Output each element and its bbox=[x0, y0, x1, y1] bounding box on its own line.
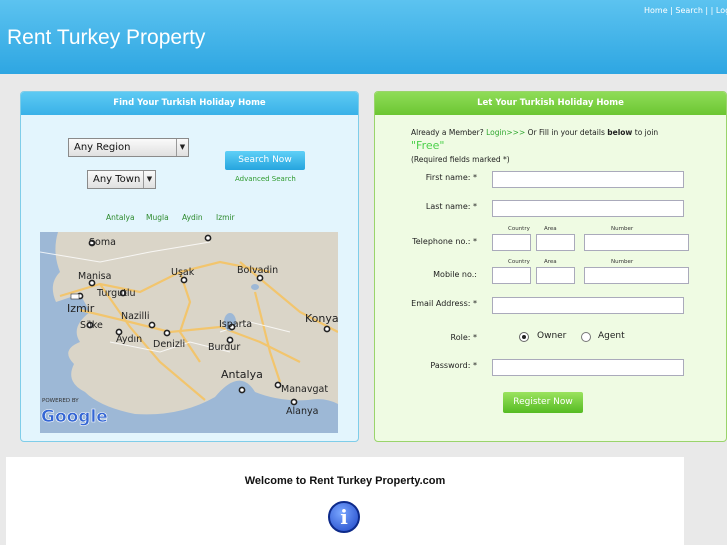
city-link-izmir[interactable]: Izmir bbox=[216, 213, 235, 222]
chevron-down-icon: ▼ bbox=[176, 139, 188, 156]
search-now-button[interactable]: Search Now bbox=[225, 151, 305, 170]
tel-number-field[interactable] bbox=[584, 234, 689, 251]
region-select[interactable]: Any Region ▼ bbox=[68, 138, 189, 157]
owner-radio[interactable] bbox=[519, 332, 529, 342]
map-label-manavgat: Manavgat bbox=[281, 384, 328, 395]
intro-text: Or Fill in your details bbox=[527, 128, 605, 137]
map-label-nazilli: Nazilli bbox=[121, 311, 149, 322]
agent-label: Agent bbox=[598, 331, 625, 341]
first-name-field[interactable] bbox=[492, 171, 684, 188]
info-icon: i bbox=[328, 501, 360, 533]
last-name-label: Last name: * bbox=[425, 202, 477, 211]
advanced-search-link[interactable]: Advanced Search bbox=[235, 175, 296, 183]
login-link[interactable]: Login>>> bbox=[486, 128, 525, 137]
intro-text: to join bbox=[634, 128, 659, 137]
region-map[interactable]: Soma Manisa Turgutlu Uşak Bolvadin Izmir… bbox=[40, 232, 338, 433]
map-label-soke: Söke bbox=[80, 320, 103, 331]
intro-text: Already a Member? bbox=[411, 128, 484, 137]
register-intro: Already a Member? Login>>> Or Fill in yo… bbox=[411, 126, 691, 166]
google-logo: Google bbox=[41, 407, 108, 427]
last-name-field[interactable] bbox=[492, 200, 684, 217]
tel-area-field[interactable] bbox=[536, 234, 575, 251]
town-select[interactable]: Any Town ▼ bbox=[87, 170, 156, 189]
email-field[interactable] bbox=[492, 297, 684, 314]
nav-search-link[interactable]: Search bbox=[675, 6, 702, 15]
map-label-burdur: Burdur bbox=[208, 342, 240, 353]
map-label-denizli: Denizli bbox=[153, 339, 185, 350]
mob-area-field[interactable] bbox=[536, 267, 575, 284]
top-nav: Home | Search | | Login bbox=[644, 6, 727, 15]
powered-by-label: POWERED BY bbox=[42, 398, 79, 404]
email-label: Email Address: * bbox=[411, 299, 477, 308]
nav-separator: | | bbox=[702, 6, 716, 15]
welcome-section: Welcome to Rent Turkey Property.com i bbox=[6, 457, 684, 545]
tel-number-caption: Number bbox=[611, 226, 634, 232]
find-panel-title: Find Your Turkish Holiday Home bbox=[21, 92, 358, 115]
map-label-soma: Soma bbox=[89, 237, 116, 248]
password-field[interactable] bbox=[492, 359, 684, 376]
intro-bold: below bbox=[607, 128, 633, 137]
tel-country-field[interactable] bbox=[492, 234, 531, 251]
role-label: Role: * bbox=[450, 333, 477, 342]
agent-radio[interactable] bbox=[581, 332, 591, 342]
mobile-label: Mobile no.: bbox=[433, 270, 477, 279]
region-select-value: Any Region bbox=[74, 142, 131, 153]
site-title[interactable]: Rent Turkey Property bbox=[7, 26, 205, 50]
map-label-aydin: Aydın bbox=[116, 334, 142, 345]
mob-area-caption: Area bbox=[544, 259, 557, 265]
map-label-alanya: Alanya bbox=[286, 406, 318, 417]
town-select-value: Any Town bbox=[93, 174, 141, 185]
password-label: Password: * bbox=[430, 361, 477, 370]
city-link-antalya[interactable]: Antalya bbox=[106, 213, 135, 222]
map-label-izmir: Izmir bbox=[67, 302, 95, 315]
city-link-aydin[interactable]: Aydin bbox=[182, 213, 203, 222]
mob-number-field[interactable] bbox=[584, 267, 689, 284]
share-icons bbox=[302, 540, 403, 545]
map-label-turgutlu: Turgutlu bbox=[96, 288, 136, 299]
required-note: (Required fields marked *) bbox=[411, 155, 510, 164]
mob-country-caption: Country bbox=[508, 259, 530, 265]
first-name-label: First name: * bbox=[425, 173, 477, 182]
mob-country-field[interactable] bbox=[492, 267, 531, 284]
tel-country-caption: Country bbox=[508, 226, 530, 232]
map-label-usak: Uşak bbox=[171, 267, 195, 278]
nav-home-link[interactable]: Home bbox=[644, 6, 668, 15]
chevron-down-icon: ▼ bbox=[143, 171, 155, 188]
nav-login-link[interactable]: Login bbox=[716, 6, 727, 15]
radio-dot-icon bbox=[522, 335, 526, 339]
register-now-button[interactable]: Register Now bbox=[503, 392, 583, 413]
register-panel-title: Let Your Turkish Holiday Home bbox=[375, 92, 726, 115]
map-label-bolvadin: Bolvadin bbox=[237, 265, 278, 276]
welcome-title: Welcome to Rent Turkey Property.com bbox=[244, 475, 446, 487]
site-header: Rent Turkey Property Home | Search | | L… bbox=[0, 0, 727, 74]
free-label: "Free" bbox=[411, 139, 445, 152]
tel-area-caption: Area bbox=[544, 226, 557, 232]
telephone-label: Telephone no.: * bbox=[412, 237, 477, 246]
map-label-isparta: Isparta bbox=[219, 319, 252, 330]
city-link-mugla[interactable]: Mugla bbox=[146, 213, 169, 222]
map-label-konya: Konya bbox=[305, 312, 338, 325]
owner-label: Owner bbox=[537, 331, 567, 341]
map-label-antalya: Antalya bbox=[221, 368, 263, 381]
mob-number-caption: Number bbox=[611, 259, 634, 265]
map-label-manisa: Manisa bbox=[78, 271, 111, 282]
